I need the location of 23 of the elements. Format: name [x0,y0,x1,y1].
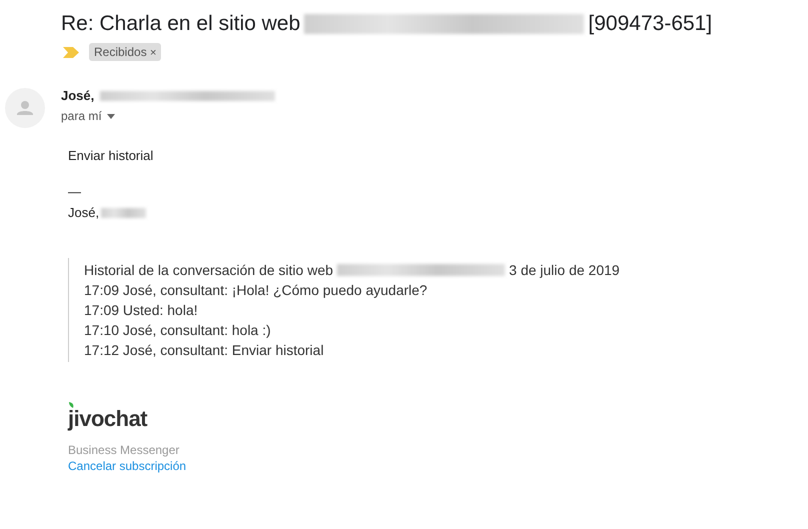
chat-message: 17:09 Usted: hola! [84,301,199,320]
tagline: Business Messenger [68,443,180,457]
redacted-text [101,208,146,218]
signature-name: José, [68,205,100,220]
sender-name: José, [61,88,94,103]
signature-separator: — [68,185,82,199]
avatar-icon [5,88,45,128]
remove-label-button[interactable]: × [150,47,156,59]
leaf-icon [69,402,74,408]
history-date: 3 de julio de 2019 [509,261,620,280]
recipient-text: para mí [61,109,102,123]
importance-marker-icon[interactable] [63,46,79,58]
dropdown-caret-icon[interactable] [106,114,115,118]
label-chip[interactable]: Recibidos × [89,43,162,61]
history-heading: Historial de la conversación de sitio web [84,261,334,280]
chat-message: 17:09 José, consultant: ¡Hola! ¿Cómo puedo ayudarle? [84,281,428,300]
email-subject: Re: Charla en el sitio web [61,12,300,36]
unsubscribe-link[interactable]: Cancelar subscripción [68,459,186,473]
chat-message: 17:12 José, consultant: Enviar historial [84,341,325,360]
ticket-number: [909473-651] [588,12,712,36]
jivochat-logo: jivochat [68,409,148,429]
chat-message: 17:10 José, consultant: hola :) [84,321,272,340]
message-text: Enviar historial [68,148,154,163]
